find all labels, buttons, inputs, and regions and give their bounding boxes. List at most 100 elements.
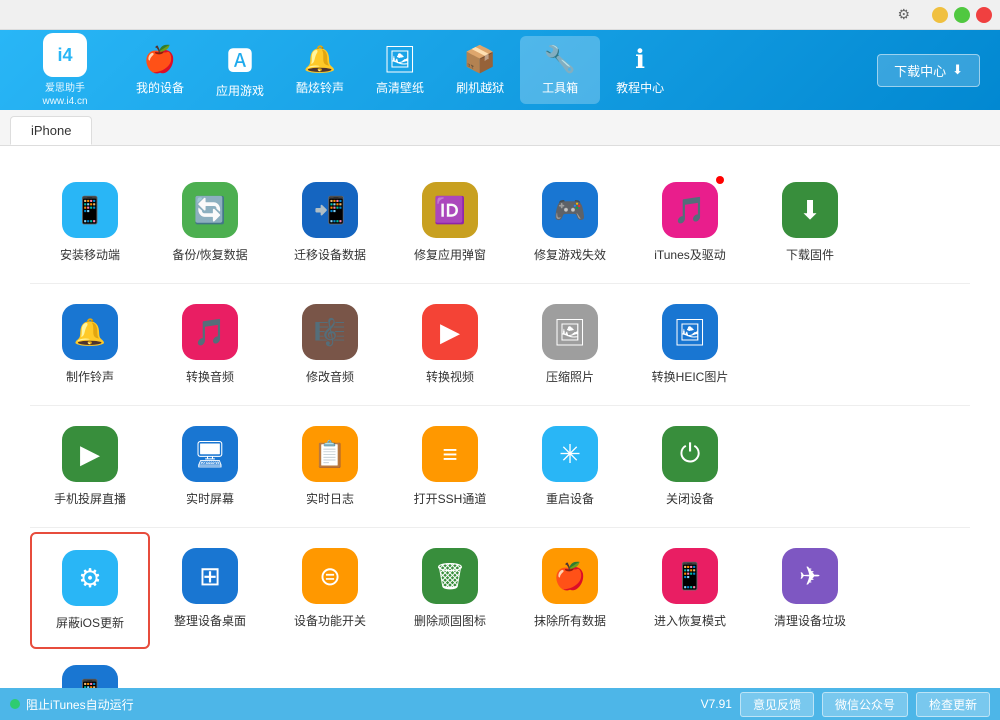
header: i4 爱思助手 www.i4.cn 🍎 我的设备 🅰 应用游戏 🔔 酷炫铃声 🖼… — [0, 30, 1000, 110]
tool-icon-deactivate: 📱 — [62, 665, 118, 688]
nav-label-wallpaper: 高清壁纸 — [376, 79, 424, 96]
tool-icon-fix-game: 🎮 — [542, 182, 598, 238]
nav-item-toolbox[interactable]: 🔧 工具箱 — [520, 36, 600, 104]
tool-icon-delete-stubborn: 🗑 — [422, 548, 478, 604]
row-separator-0 — [30, 283, 970, 284]
tool-item-device-toggle[interactable]: ⊜ 设备功能开关 — [270, 532, 390, 649]
tool-item-convert-heic[interactable]: 🖼 转换HEIC图片 — [630, 288, 750, 401]
tool-item-clean-junk[interactable]: ✈ 清理设备垃圾 — [750, 532, 870, 649]
statusbar: 阻止iTunes自动运行 V7.91 意见反馈 微信公众号 检查更新 — [0, 688, 1000, 720]
download-button[interactable]: 下载中心 ⬇ — [877, 54, 980, 87]
row-separator-1 — [30, 405, 970, 406]
tool-label-itunes-driver: iTunes及驱动 — [654, 246, 726, 263]
tool-item-repair-popup[interactable]: 🆔 修复应用弹窗 — [390, 166, 510, 279]
tool-label-convert-video: 转换视频 — [426, 368, 474, 385]
tool-item-organize-desktop[interactable]: ⊞ 整理设备桌面 — [150, 532, 270, 649]
tool-item-recovery-mode[interactable]: 📱 进入恢复模式 — [630, 532, 750, 649]
logo-sub: www.i4.cn — [42, 96, 87, 107]
titlebar: ⚙ — [0, 0, 1000, 30]
tool-item-restart-device[interactable]: ✳ 重启设备 — [510, 410, 630, 523]
settings-icon[interactable]: ⚙ — [897, 6, 910, 23]
tool-item-screen-live[interactable]: ▶ 手机投屏直播 — [30, 410, 150, 523]
feedback-button[interactable]: 意见反馈 — [740, 692, 814, 717]
tool-label-ssh-tunnel: 打开SSH通道 — [414, 490, 487, 507]
tool-item-itunes-driver[interactable]: 🎵 iTunes及驱动 — [630, 166, 750, 279]
wechat-button[interactable]: 微信公众号 — [822, 692, 908, 717]
nav-icon-jailbreak: 📦 — [464, 44, 496, 75]
logo-symbol: i4 — [57, 45, 72, 66]
tool-icon-download-firm: ⬇ — [782, 182, 838, 238]
tool-row-3: ⚙ 屏蔽iOS更新 ⊞ 整理设备桌面 ⊜ 设备功能开关 🗑 删除顽固图标 🍎 抹… — [30, 532, 970, 688]
nav-icon-toolbox: 🔧 — [544, 44, 576, 75]
tool-icon-itunes-driver: 🎵 — [662, 182, 718, 238]
tool-icon-wipe-data: 🍎 — [542, 548, 598, 604]
close-button[interactable] — [976, 7, 992, 23]
tool-item-real-screen[interactable]: 🖥 实时屏幕 — [150, 410, 270, 523]
tool-item-edit-audio[interactable]: 🎼 修改音频 — [270, 288, 390, 401]
tool-item-real-log[interactable]: 📋 实时日志 — [270, 410, 390, 523]
tool-icon-convert-heic: 🖼 — [662, 304, 718, 360]
tool-item-deactivate[interactable]: 📱 反激活设备 — [30, 649, 150, 688]
tool-item-compress-photo[interactable]: 🖼 压缩照片 — [510, 288, 630, 401]
tool-label-download-firm: 下载固件 — [786, 246, 834, 263]
tool-icon-migrate-data: 📲 — [302, 182, 358, 238]
tab-iphone[interactable]: iPhone — [10, 116, 92, 145]
tool-item-migrate-data[interactable]: 📲 迁移设备数据 — [270, 166, 390, 279]
titlebar-icons: ⚙ — [897, 6, 910, 23]
tool-item-make-ringtone[interactable]: 🔔 制作铃声 — [30, 288, 150, 401]
minimize-button[interactable] — [932, 7, 948, 23]
tool-item-ssh-tunnel[interactable]: ≡ 打开SSH通道 — [390, 410, 510, 523]
tool-row-1: 🔔 制作铃声 🎵 转换音频 🎼 修改音频 ▶ 转换视频 🖼 压缩照片 🖼 转换H… — [30, 288, 970, 401]
tool-icon-convert-audio: 🎵 — [182, 304, 238, 360]
nav-item-jailbreak[interactable]: 📦 刷机越狱 — [440, 36, 520, 104]
tool-item-convert-video[interactable]: ▶ 转换视频 — [390, 288, 510, 401]
nav-label-ringtone: 酷炫铃声 — [296, 79, 344, 96]
tool-label-device-toggle: 设备功能开关 — [294, 612, 366, 629]
version-text: V7.91 — [701, 697, 732, 711]
nav-item-wallpaper[interactable]: 🖼 高清壁纸 — [360, 36, 440, 104]
tool-icon-clean-junk: ✈ — [782, 548, 838, 604]
tool-label-convert-audio: 转换音频 — [186, 368, 234, 385]
maximize-button[interactable] — [954, 7, 970, 23]
tool-label-backup-restore: 备份/恢复数据 — [172, 246, 247, 263]
nav-item-ringtone[interactable]: 🔔 酷炫铃声 — [280, 36, 360, 104]
tool-icon-convert-video: ▶ — [422, 304, 478, 360]
nav-icon-tutorial: ℹ — [635, 44, 645, 75]
tool-label-organize-desktop: 整理设备桌面 — [174, 612, 246, 629]
tool-item-download-firm[interactable]: ⬇ 下载固件 — [750, 166, 870, 279]
tool-icon-edit-audio: 🎼 — [302, 304, 358, 360]
tabbar: iPhone — [0, 110, 1000, 146]
nav-label-my-device: 我的设备 — [136, 79, 184, 96]
tool-label-compress-photo: 压缩照片 — [546, 368, 594, 385]
nav-items: 🍎 我的设备 🅰 应用游戏 🔔 酷炫铃声 🖼 高清壁纸 📦 刷机越狱 🔧 工具箱… — [120, 33, 877, 107]
tool-label-screen-live: 手机投屏直播 — [54, 490, 126, 507]
logo-text: 爱思助手 — [45, 79, 85, 94]
check-update-button[interactable]: 检查更新 — [916, 692, 990, 717]
tool-icon-screen-live: ▶ — [62, 426, 118, 482]
logo: i4 爱思助手 www.i4.cn — [10, 33, 120, 107]
tool-icon-real-screen: 🖥 — [182, 426, 238, 482]
tool-label-make-ringtone: 制作铃声 — [66, 368, 114, 385]
tool-label-real-screen: 实时屏幕 — [186, 490, 234, 507]
tool-item-backup-restore[interactable]: 🔄 备份/恢复数据 — [150, 166, 270, 279]
tool-icon-compress-photo: 🖼 — [542, 304, 598, 360]
nav-item-tutorial[interactable]: ℹ 教程中心 — [600, 36, 680, 104]
nav-icon-my-device: 🍎 — [144, 44, 176, 75]
tool-item-install-app[interactable]: 📱 安装移动端 — [30, 166, 150, 279]
nav-item-app-games[interactable]: 🅰 应用游戏 — [200, 33, 280, 107]
tool-item-delete-stubborn[interactable]: 🗑 删除顽固图标 — [390, 532, 510, 649]
status-left: 阻止iTunes自动运行 — [10, 696, 134, 713]
nav-item-my-device[interactable]: 🍎 我的设备 — [120, 36, 200, 104]
tool-item-block-ios-update[interactable]: ⚙ 屏蔽iOS更新 — [30, 532, 150, 649]
tool-icon-make-ringtone: 🔔 — [62, 304, 118, 360]
tool-icon-install-app: 📱 — [62, 182, 118, 238]
content: 📱 安装移动端 🔄 备份/恢复数据 📲 迁移设备数据 🆔 修复应用弹窗 🎮 修复… — [0, 146, 1000, 688]
tool-item-fix-game[interactable]: 🎮 修复游戏失效 — [510, 166, 630, 279]
stop-itunes-label: 阻止iTunes自动运行 — [26, 696, 134, 713]
tool-item-wipe-data[interactable]: 🍎 抹除所有数据 — [510, 532, 630, 649]
tool-icon-backup-restore: 🔄 — [182, 182, 238, 238]
tool-label-migrate-data: 迁移设备数据 — [294, 246, 366, 263]
tool-item-convert-audio[interactable]: 🎵 转换音频 — [150, 288, 270, 401]
nav-label-app-games: 应用游戏 — [216, 82, 264, 99]
tool-item-shutdown-device[interactable]: ⏻ 关闭设备 — [630, 410, 750, 523]
